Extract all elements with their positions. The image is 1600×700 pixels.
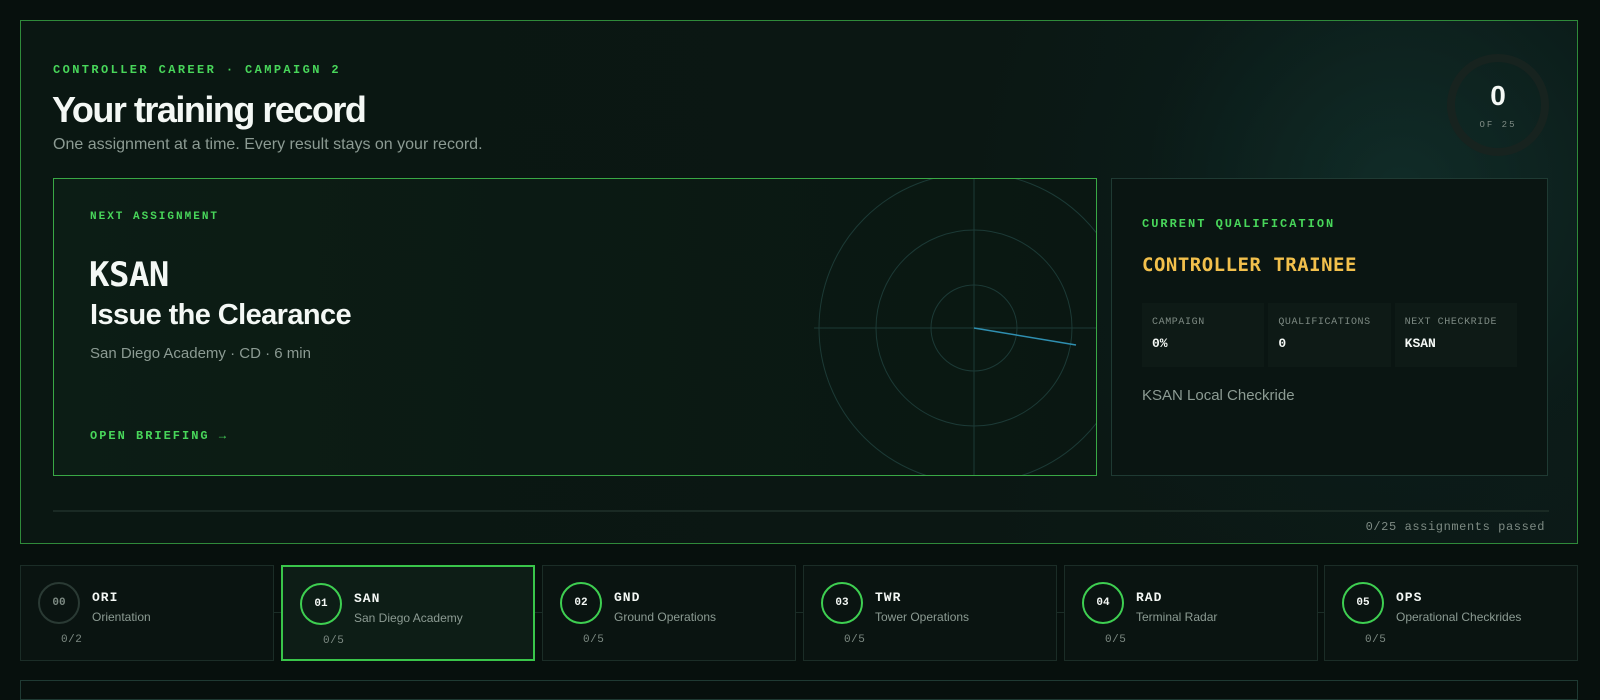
module-name: San Diego Academy (354, 611, 463, 625)
module-ops[interactable]: 05 OPS Operational Checkrides 0/5 (1324, 565, 1578, 661)
module-connector (535, 612, 542, 613)
qualification-stats: CAMPAIGN 0% QUALIFICATIONS 0 NEXT CHECKR… (1142, 303, 1517, 367)
training-record-panel: CONTROLLER CAREER · CAMPAIGN 2 Your trai… (20, 20, 1578, 544)
module-code: TWR (875, 590, 902, 605)
campaign-kicker: CONTROLLER CAREER · CAMPAIGN 2 (53, 63, 342, 77)
page-title: Your training record (52, 89, 367, 130)
module-number: 05 (1342, 582, 1384, 624)
stat-next-checkride: NEXT CHECKRIDE KSAN (1394, 303, 1517, 367)
module-connector (1057, 612, 1064, 613)
module-san[interactable]: 01 SAN San Diego Academy 0/5 (281, 565, 535, 661)
stat-campaign: CAMPAIGN 0% (1142, 303, 1265, 367)
module-code: ORI (92, 590, 119, 605)
module-code: RAD (1136, 590, 1163, 605)
assignment-title: Issue the Clearance (90, 299, 352, 331)
module-number: 04 (1082, 582, 1124, 624)
assignments-passed: 0/25 assignments passed (1365, 520, 1545, 534)
qualification-label: CURRENT QUALIFICATION (1142, 217, 1336, 231)
overall-progress-bar (53, 510, 1549, 512)
qualification-rank: CONTROLLER TRAINEE (1142, 254, 1357, 276)
stat-label: CAMPAIGN (1152, 317, 1205, 328)
progress-ring: 0 OF 25 (1447, 54, 1549, 156)
next-assignment-card[interactable]: NEXT ASSIGNMENT KSAN Issue the Clearance… (53, 178, 1097, 476)
assignment-airport: KSAN (89, 255, 169, 295)
module-name: Orientation (92, 610, 151, 624)
next-assignment-label: NEXT ASSIGNMENT (90, 211, 220, 223)
module-count: 0/5 (583, 634, 605, 646)
module-name: Tower Operations (875, 610, 970, 624)
module-name: Terminal Radar (1136, 610, 1218, 624)
stat-value: 0% (1152, 336, 1168, 351)
module-twr[interactable]: 03 TWR Tower Operations 0/5 (803, 565, 1057, 661)
module-code: GND (614, 590, 641, 605)
stat-qualifications: QUALIFICATIONS 0 (1268, 303, 1391, 367)
stat-label: NEXT CHECKRIDE (1404, 317, 1498, 328)
module-count: 0/5 (1105, 634, 1127, 646)
radar-scope-graphic (814, 179, 1096, 475)
module-name: Operational Checkrides (1396, 610, 1522, 624)
module-count: 0/2 (61, 634, 83, 646)
stat-value: 0 (1278, 336, 1287, 351)
module-count: 0/5 (323, 635, 345, 647)
module-ori[interactable]: 00 ORI Orientation 0/2 (20, 565, 274, 661)
stat-value: KSAN (1404, 336, 1436, 351)
module-code: OPS (1396, 590, 1423, 605)
module-number: 01 (300, 583, 342, 625)
module-number: 02 (560, 582, 602, 624)
module-name: Ground Operations (614, 610, 717, 624)
assignment-meta: San Diego Academy · CD · 6 min (90, 345, 311, 362)
module-number: 00 (38, 582, 80, 624)
module-code: SAN (354, 591, 381, 606)
module-gnd[interactable]: 02 GND Ground Operations 0/5 (542, 565, 796, 661)
progress-total: OF 25 (1479, 120, 1517, 130)
next-checkride-name: KSAN Local Checkride (1142, 387, 1295, 404)
module-number: 03 (821, 582, 863, 624)
module-rad[interactable]: 04 RAD Terminal Radar 0/5 (1064, 565, 1318, 661)
open-briefing-link[interactable]: OPEN BRIEFING → (90, 429, 228, 443)
module-count: 0/5 (844, 634, 866, 646)
module-count: 0/5 (1365, 634, 1387, 646)
module-connector (274, 612, 281, 613)
stat-label: QUALIFICATIONS (1278, 317, 1371, 328)
progress-count: 0 (1490, 80, 1506, 111)
module-connector (796, 612, 803, 613)
qualification-card: CURRENT QUALIFICATION CONTROLLER TRAINEE… (1111, 178, 1548, 476)
module-track: 00 ORI Orientation 0/2 01 SAN San Diego … (20, 565, 1578, 662)
next-section-edge (20, 680, 1578, 700)
page-subtitle: One assignment at a time. Every result s… (53, 136, 483, 153)
